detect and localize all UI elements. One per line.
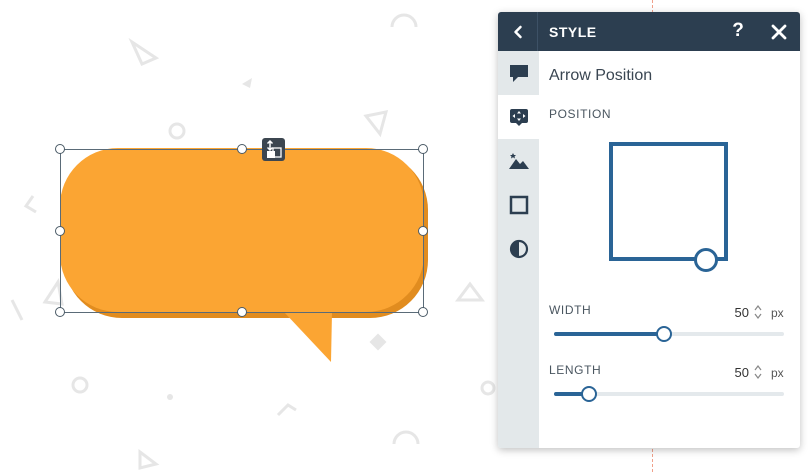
width-slider-thumb[interactable] <box>656 326 673 342</box>
tab-arrow-position[interactable] <box>498 95 539 139</box>
close-button[interactable] <box>770 23 788 41</box>
resize-handle-right[interactable] <box>418 226 428 236</box>
back-button[interactable] <box>498 12 538 51</box>
width-slider-fill <box>554 332 665 336</box>
resize-handle-top-left[interactable] <box>55 144 65 154</box>
resize-handle-bottom[interactable] <box>237 307 247 317</box>
length-value[interactable]: 50 <box>719 365 749 380</box>
image-icon <box>508 153 529 169</box>
bubble-arrow <box>284 312 332 362</box>
section-title: Arrow Position <box>549 67 653 84</box>
speech-bubble-icon <box>509 65 528 82</box>
width-unit: px <box>771 306 784 320</box>
resize-handle-left[interactable] <box>55 226 65 236</box>
width-label: WIDTH <box>549 303 592 317</box>
position-label: POSITION <box>549 107 612 121</box>
width-stepper[interactable] <box>753 304 763 320</box>
resize-handle-top-right[interactable] <box>418 144 428 154</box>
resize-handle-top[interactable] <box>237 144 247 154</box>
tab-opacity[interactable] <box>498 227 539 271</box>
resize-handle-bottom-left[interactable] <box>55 307 65 317</box>
position-box[interactable] <box>609 142 728 261</box>
length-slider-thumb[interactable] <box>580 386 597 402</box>
tab-border[interactable] <box>498 183 539 227</box>
panel-header: STYLE ? <box>498 12 800 51</box>
width-value[interactable]: 50 <box>719 305 749 320</box>
length-label: LENGTH <box>549 363 602 377</box>
width-slider[interactable] <box>554 326 784 342</box>
close-icon <box>771 24 787 40</box>
arrange-tool-button[interactable] <box>262 138 285 161</box>
tab-image[interactable] <box>498 139 539 183</box>
panel-title: STYLE <box>549 24 597 40</box>
position-knob[interactable] <box>694 248 718 272</box>
length-unit: px <box>771 366 784 380</box>
chevron-left-icon <box>513 25 522 38</box>
length-stepper[interactable] <box>753 364 763 380</box>
contrast-icon <box>509 239 528 259</box>
resize-handle-bottom-right[interactable] <box>418 307 428 317</box>
arrange-icon <box>266 139 282 158</box>
style-panel: STYLE ? Arrow Position POSITION WIDTH 50… <box>498 12 800 448</box>
move-arrows-icon <box>509 109 528 126</box>
panel-content: Arrow Position POSITION WIDTH 50 px LENG… <box>539 51 800 448</box>
style-sidebar <box>498 51 539 448</box>
square-outline-icon <box>509 195 528 215</box>
selection-box[interactable] <box>60 149 424 313</box>
length-slider[interactable] <box>554 386 784 402</box>
help-button[interactable]: ? <box>729 20 747 42</box>
tab-bubble-shape[interactable] <box>498 51 539 95</box>
